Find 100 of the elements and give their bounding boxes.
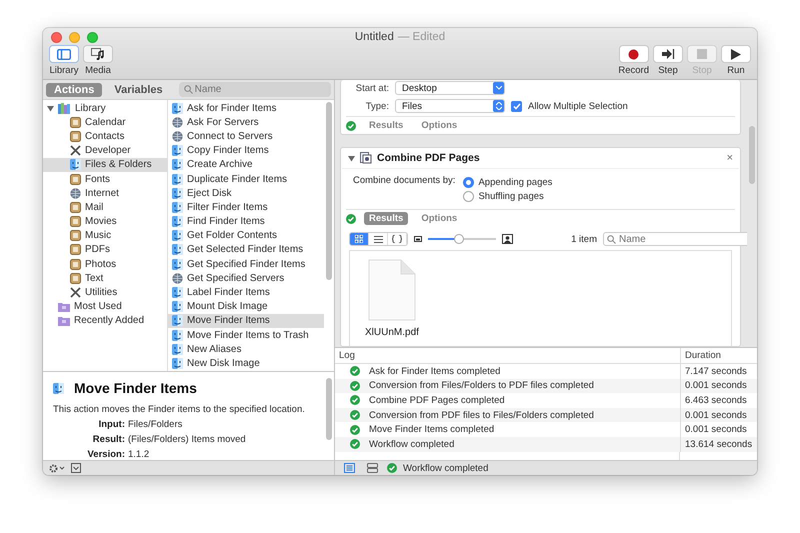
action-item[interactable]: Duplicate Finder Items (168, 172, 324, 186)
scrollbar-thumb[interactable] (749, 126, 755, 184)
field-label: Result: (92, 434, 125, 445)
category-icon (70, 272, 81, 284)
close-button[interactable] (51, 32, 62, 43)
search-field[interactable]: Name (178, 82, 331, 97)
field-value: (Files/Folders) Items moved (128, 434, 246, 445)
folder-icon (58, 316, 70, 326)
disclosure-triangle-icon[interactable] (348, 154, 355, 162)
run-button[interactable] (721, 45, 751, 63)
radio-button[interactable] (463, 176, 474, 188)
step-button[interactable] (653, 45, 683, 63)
field-label: Input: (98, 419, 125, 430)
record-button[interactable] (618, 45, 649, 63)
category-item[interactable]: Movies (43, 214, 167, 229)
category-item[interactable]: Files & Folders (43, 158, 167, 172)
category-icon (70, 244, 81, 256)
category-item[interactable]: Mail (43, 200, 167, 214)
radio-label: Appending pages (478, 176, 552, 188)
list-icon (374, 236, 382, 242)
location-dropdown[interactable]: Desktop (395, 81, 505, 95)
action-item[interactable]: Move Finder Items to Trash (168, 328, 324, 342)
library-tab[interactable]: Variables (106, 82, 171, 96)
field-label: Version: (86, 449, 125, 460)
scrollbar-thumb[interactable] (326, 378, 332, 440)
gear-icon[interactable] (49, 464, 65, 472)
library-icon (58, 102, 71, 114)
category-icon (70, 258, 81, 270)
check-circle-icon (387, 463, 397, 473)
finder-icon (70, 159, 81, 170)
play-icon (731, 48, 741, 60)
scrollbar-thumb[interactable] (326, 102, 332, 280)
results-tab[interactable]: Results (364, 119, 408, 132)
category-item[interactable]: Contacts (43, 129, 167, 144)
zoom-button[interactable] (87, 32, 98, 43)
search-icon (607, 235, 616, 244)
disclosure-triangle-icon[interactable] (47, 104, 54, 112)
log-view-toggle[interactable] (341, 463, 358, 473)
category-item[interactable]: Music (43, 228, 167, 243)
category-icon (70, 116, 81, 128)
category-item[interactable]: Library (43, 101, 167, 116)
finder-icon (172, 230, 183, 242)
view-mode-button[interactable] (350, 233, 369, 245)
collapse-icon[interactable] (71, 463, 81, 473)
action-item[interactable]: Ask For Servers (168, 115, 324, 130)
view-mode-switcher[interactable] (349, 232, 408, 246)
action-item[interactable]: Get Specified Finder Items (168, 257, 324, 272)
pdf-pages-icon (360, 152, 372, 164)
category-item[interactable]: Photos (43, 257, 167, 272)
braces-icon (392, 235, 402, 243)
category-item[interactable]: Recently Added (43, 314, 167, 328)
category-item[interactable]: Most Used (43, 300, 167, 314)
log-view-toggle[interactable] (364, 463, 381, 473)
search-field[interactable]: Name (603, 232, 747, 246)
action-item[interactable]: Eject Disk (168, 186, 324, 200)
category-item[interactable]: Text (43, 271, 167, 286)
log-message: Conversion from PDF files to Files/Folders completed (368, 410, 594, 421)
action-item[interactable]: Connect to Servers (168, 129, 324, 144)
media-button[interactable] (83, 45, 113, 63)
action-item[interactable]: Find Finder Items (168, 214, 324, 229)
category-item[interactable]: Fonts (43, 172, 167, 186)
action-item[interactable]: New Aliases (168, 342, 324, 356)
action-item[interactable]: Move Finder Items (168, 314, 324, 328)
action-title: Combine PDF Pages (377, 152, 481, 164)
log-message: Ask for Finder Items completed (368, 366, 500, 377)
action-item[interactable]: Label Finder Items (168, 285, 324, 300)
record-icon (628, 48, 640, 60)
checkbox[interactable] (511, 100, 522, 112)
category-item[interactable]: Developer (43, 144, 167, 158)
action-item[interactable]: Get Specified Servers (168, 271, 324, 286)
results-tab[interactable]: Options (416, 212, 462, 225)
stepper-icon (496, 102, 502, 110)
finder-icon (172, 216, 183, 228)
library-button[interactable] (49, 45, 79, 63)
category-item[interactable]: Calendar (43, 115, 167, 130)
category-item[interactable]: PDFs (43, 242, 167, 258)
finder-icon (172, 344, 183, 355)
action-item[interactable]: Create Archive (168, 158, 324, 172)
small-image-icon (414, 236, 422, 242)
action-item[interactable]: Filter Finder Items (168, 200, 324, 214)
duration-cell: 13.614 seconds (680, 436, 757, 452)
stop-icon (697, 49, 707, 59)
chevron-icon (496, 86, 502, 90)
close-icon[interactable]: × (726, 152, 733, 164)
action-item[interactable]: New Disk Image (168, 356, 324, 371)
radio-button[interactable] (463, 190, 474, 202)
log-message: Conversion from Files/Folders to PDF files completed (368, 380, 594, 392)
finder-icon (172, 287, 183, 298)
action-item[interactable]: Ask for Finder Items (168, 101, 324, 116)
action-item[interactable]: Copy Finder Items (168, 144, 324, 158)
tools-icon (70, 145, 81, 156)
category-item[interactable]: Utilities (43, 285, 167, 300)
log-message: Combine PDF Pages completed (368, 394, 505, 406)
action-item[interactable]: Get Selected Finder Items (168, 242, 324, 258)
type-dropdown[interactable]: Files (395, 99, 505, 113)
results-tab[interactable]: Options (416, 119, 462, 132)
slider-thumb[interactable] (454, 234, 464, 244)
action-item[interactable]: Get Folder Contents (168, 228, 324, 243)
category-item[interactable]: Internet (43, 186, 167, 200)
action-item[interactable]: Mount Disk Image (168, 300, 324, 314)
